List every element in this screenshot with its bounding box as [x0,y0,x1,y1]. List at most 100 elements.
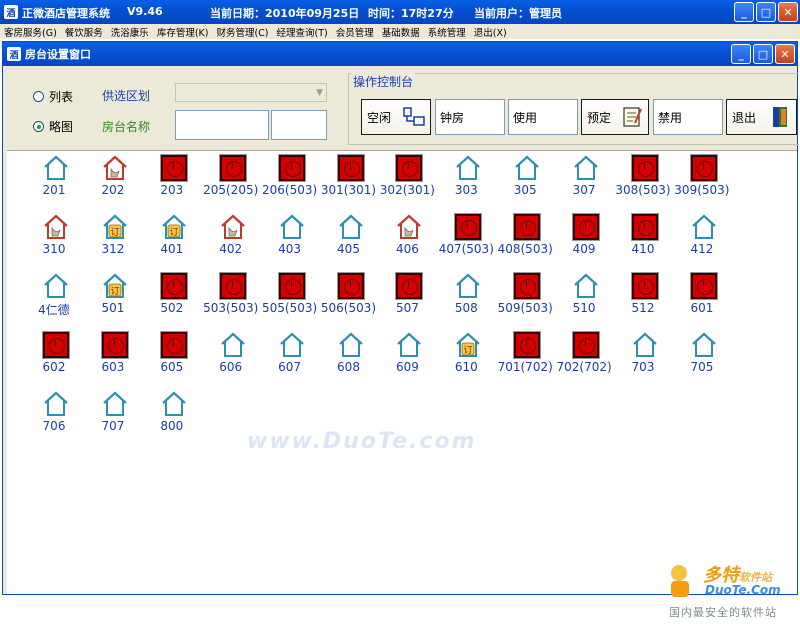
reserve-button[interactable]: 预定 [581,99,649,135]
menu-system[interactable]: 系统管理 [424,25,470,39]
room-name: 800 [160,419,184,433]
free-button[interactable]: 空闲 [361,99,431,135]
region-label: 供选区划 [102,89,151,103]
dirty-room-icon [43,214,69,240]
occupied-room-icon [572,331,601,359]
radio-circle[interactable] [33,91,44,102]
occupied-room-icon [689,272,718,300]
reservation-note-icon [623,107,642,127]
minimize-icon[interactable]: _ [731,44,751,64]
app-icon: 酒 [4,5,18,19]
room-name-label: 房台名称 [102,120,151,134]
reserved-room-icon: 订 [161,214,187,240]
duote-logo: 多特软件站 DuoTe.Com 国内最安全的软件站 [665,561,795,627]
menu-bar: 客房服务(G) 餐饮服务 洗浴康乐 库存管理(K) 财务管理(C) 经理查询(T… [0,24,800,39]
exit-door-icon [773,107,787,127]
empty-room-icon [338,214,364,240]
occupied-room-icon [42,331,70,359]
radio-circle-checked[interactable] [33,121,44,132]
empty-room-icon [43,155,69,181]
current-time: 时间：17时27分 [368,7,454,20]
disabled-field[interactable]: 禁用 [653,99,723,135]
occupied-room-icon [513,331,542,359]
in-use-field[interactable]: 使用 [508,99,578,135]
menu-finance[interactable]: 财务管理(C) [212,25,272,39]
room-name: 601 [690,301,714,315]
hourly-room-field[interactable]: 钟房 [435,99,505,135]
occupied-room-icon [218,154,247,182]
chevron-down-icon[interactable]: ▼ [316,88,323,98]
maximize-icon[interactable]: □ [756,2,776,22]
thumbnail-view-radio[interactable]: 略图 [33,118,73,135]
menu-manager-query[interactable]: 经理查询(T) [273,25,332,39]
occupied-room-icon [631,213,659,241]
occupied-room-icon [336,272,365,300]
empty-room-icon [514,155,540,181]
room-name: 705 [690,360,714,374]
subwindow-controls: _ □ ✕ [731,44,795,64]
room-grid: www.DuoTe.com 201 202 203 205(205) 206(503)… [7,150,797,594]
hourly-room-label: 钟房 [440,110,465,125]
empty-room-icon [43,391,69,417]
menu-catering[interactable]: 餐饮服务 [61,25,107,39]
room-tile[interactable]: 412 [667,212,737,270]
occupied-room-icon [454,213,483,241]
empty-room-icon [338,332,364,358]
current-date: 当前日期：2010年09月25日 [210,7,360,20]
menu-exit[interactable]: 退出(X) [470,25,511,39]
occupied-room-icon [689,154,718,182]
region-select[interactable]: ▼ [175,83,327,102]
console-title: 操作控制台 [351,73,416,90]
occupied-room-icon [631,154,659,182]
room-tile[interactable]: 309(503) [667,153,737,211]
empty-room-icon [102,391,128,417]
minimize-icon[interactable]: _ [734,2,754,22]
room-tile[interactable]: 705 [667,330,737,388]
room-settings-window: 酒 房台设置窗口 _ □ ✕ 列表 略图 供选区划 ▼ 房台名称 操作控制台 空… [2,41,799,619]
exit-button[interactable]: 退出 [726,99,797,135]
empty-room-icon [632,332,658,358]
occupied-room-icon [277,272,306,300]
menu-base-data[interactable]: 基础数据 [378,25,424,39]
occupied-room-icon [395,154,424,182]
reserve-button-label: 预定 [587,110,612,125]
occupied-room-icon [159,272,188,300]
svg-text:订: 订 [110,286,119,297]
mascot-icon [671,565,689,597]
current-user: 当前用户：管理员 [474,7,562,20]
menu-members[interactable]: 会员管理 [332,25,378,39]
empty-room-icon [455,155,481,181]
list-view-radio[interactable]: 列表 [33,88,73,105]
app-title: 正微酒店管理系统 [22,7,110,20]
exit-button-label: 退出 [732,110,757,125]
restore-icon[interactable]: □ [753,44,773,64]
room-layout-icon [403,107,425,126]
empty-room-icon [161,391,187,417]
menu-bath[interactable]: 洗浴康乐 [107,25,153,39]
reserved-room-icon: 订 [102,214,128,240]
room-name-extra-input[interactable] [271,110,327,140]
empty-room-icon [691,214,717,240]
menu-guest-service[interactable]: 客房服务(G) [0,25,61,39]
room-tile[interactable]: 601 [667,271,737,329]
empty-room-icon [43,273,69,299]
close-icon[interactable]: ✕ [775,44,795,64]
reserved-room-icon: 订 [455,332,481,358]
occupied-room-icon [513,272,542,300]
occupied-room-icon [631,272,659,300]
dirty-room-icon [220,214,246,240]
disabled-label: 禁用 [658,110,683,125]
occupied-room-icon [277,154,306,182]
room-name-input[interactable] [175,110,269,140]
room-name: 309(503) [674,183,730,197]
dirty-room-icon [102,155,128,181]
window-icon: 酒 [7,47,21,61]
empty-room-icon [455,273,481,299]
close-icon[interactable]: ✕ [778,2,798,22]
occupied-room-icon [572,213,601,241]
menu-inventory[interactable]: 库存管理(K) [153,25,213,39]
window-controls: _ □ ✕ [734,2,798,22]
empty-room-icon [691,332,717,358]
brand-slogan: 国内最安全的软件站 [669,606,777,619]
room-tile[interactable]: 800 [137,389,207,447]
